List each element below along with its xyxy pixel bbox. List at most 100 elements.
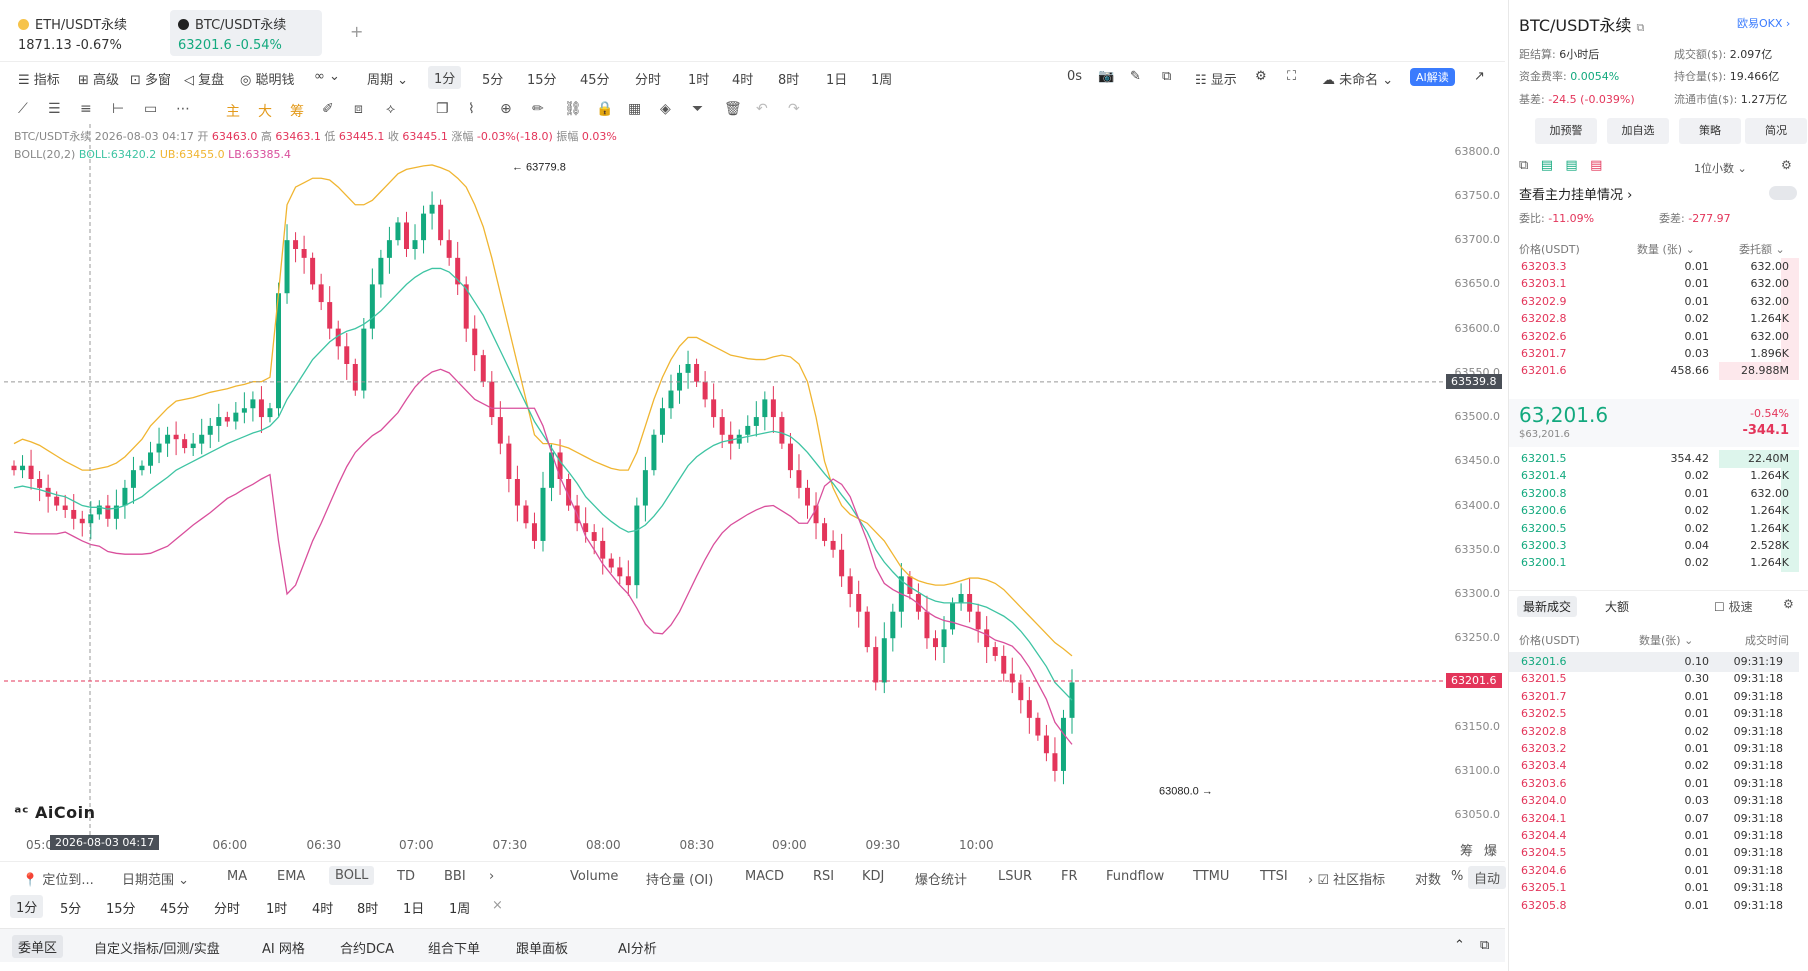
tf-1h[interactable]: 1时 bbox=[688, 69, 709, 88]
community-indicators-button[interactable]: › ☑ 社区指标 bbox=[1308, 869, 1385, 888]
close-tab-icon[interactable] bbox=[178, 19, 189, 30]
ind-fr[interactable]: FR bbox=[1061, 869, 1078, 884]
tab-latest-trades[interactable]: 最新成交 bbox=[1517, 596, 1578, 617]
time-axis[interactable]: 05:0005:3006:0006:3007:0007:3008:0008:30… bbox=[4, 834, 1444, 854]
undo-icon[interactable]: ↶ bbox=[756, 101, 768, 117]
btab-ai[interactable]: AI分析 bbox=[618, 938, 657, 957]
multi-window-button[interactable]: ⊡ 多窗 bbox=[130, 69, 171, 88]
chip-icon[interactable]: 筹 bbox=[290, 101, 304, 121]
ai-interpret-button[interactable]: AI解读 bbox=[1410, 68, 1455, 86]
ind-kdj[interactable]: KDJ bbox=[862, 869, 884, 884]
btab-combo[interactable]: 组合下单 bbox=[428, 938, 480, 957]
add-alert-button[interactable]: 加预警 bbox=[1535, 118, 1597, 144]
edit-tool-icon[interactable]: ✐ bbox=[322, 101, 334, 117]
btab-orders[interactable]: 委单区 bbox=[12, 935, 64, 958]
candlestick-chart[interactable]: ← 63779.863080.0 → bbox=[4, 124, 1444, 849]
add-watchlist-button[interactable]: 加自选 bbox=[1607, 118, 1669, 144]
more-chevron-icon[interactable]: ∞ ⌄ bbox=[314, 69, 340, 84]
auto-scale-button[interactable]: 自动 bbox=[1468, 866, 1507, 889]
ind-rsi[interactable]: RSI bbox=[813, 869, 834, 884]
percent-scale-button[interactable]: % bbox=[1451, 869, 1463, 884]
trades-settings-icon[interactable]: ⚙ bbox=[1783, 597, 1794, 611]
btf-1h[interactable]: 1时 bbox=[266, 898, 287, 917]
tf-15m[interactable]: 15分 bbox=[527, 69, 557, 88]
btf-45m[interactable]: 45分 bbox=[160, 898, 190, 917]
tr-header-qty[interactable]: 数量(张) ⌄ bbox=[1639, 632, 1693, 648]
btf-1m[interactable]: 1分 bbox=[10, 895, 44, 918]
ind-liquidation[interactable]: 爆仓统计 bbox=[915, 869, 967, 888]
tab-btc[interactable]: BTC/USDT永续 63201.6 -0.54% bbox=[170, 10, 322, 56]
btab-grid[interactable]: AI 网格 bbox=[262, 938, 305, 957]
ind-boll[interactable]: BOLL bbox=[329, 866, 375, 885]
ind-ttmu[interactable]: TTMU bbox=[1193, 869, 1229, 884]
parallel-tool-icon[interactable]: ☰ bbox=[48, 101, 61, 117]
date-range-dropdown[interactable]: 日期范围 ⌄ bbox=[122, 869, 189, 888]
dots-tool-icon[interactable]: ⋯ bbox=[176, 101, 190, 117]
big-order-icon[interactable]: 大 bbox=[258, 101, 272, 121]
btf-5m[interactable]: 5分 bbox=[60, 898, 81, 917]
fullscreen-icon[interactable]: ⛶ bbox=[1287, 69, 1296, 84]
main-orders-link[interactable]: 查看主力挂单情况 › bbox=[1519, 184, 1632, 203]
ruler-icon[interactable]: ⌇ bbox=[468, 101, 475, 117]
camera-icon[interactable]: 📷 bbox=[1098, 69, 1114, 84]
hide-icon[interactable]: ◈ bbox=[660, 101, 671, 117]
btf-8h[interactable]: 8时 bbox=[357, 898, 378, 917]
main-force-icon[interactable]: 主 bbox=[226, 101, 240, 121]
measure-icon[interactable]: ⟡ bbox=[386, 101, 395, 117]
delete-icon[interactable]: 🗑 bbox=[724, 101, 742, 117]
indicators-button[interactable]: ☰ 指标 bbox=[18, 69, 60, 88]
overview-button[interactable]: 简况 bbox=[1745, 118, 1807, 144]
line-tool-icon[interactable]: ⟋ bbox=[18, 101, 28, 117]
collapse-chevron-icon[interactable]: ⌃ bbox=[1454, 938, 1465, 953]
smart-money-button[interactable]: ◎ 聪明钱 bbox=[240, 69, 295, 88]
bid-row[interactable]: 63200.1 0.02 1.264K bbox=[1509, 553, 1799, 573]
ind-volume[interactable]: Volume bbox=[570, 869, 618, 884]
rect-tool-icon[interactable]: ▭ bbox=[144, 101, 157, 117]
ob-header-amount[interactable]: 委托额 ⌄ bbox=[1739, 241, 1785, 257]
ind-fundflow[interactable]: Fundflow bbox=[1106, 869, 1164, 884]
period-dropdown[interactable]: 周期 ⌄ bbox=[367, 69, 408, 88]
advanced-button[interactable]: ⊞ 高级 bbox=[78, 69, 119, 88]
tab-large-trades[interactable]: 大额 bbox=[1605, 598, 1629, 615]
lock-icon[interactable]: 🔒 bbox=[596, 101, 613, 117]
btf-1d[interactable]: 1日 bbox=[403, 898, 424, 917]
decimal-dropdown[interactable]: 1位小数 ⌄ bbox=[1694, 160, 1747, 176]
tf-5m[interactable]: 5分 bbox=[482, 69, 503, 88]
ind-lsur[interactable]: LSUR bbox=[998, 869, 1032, 884]
exchange-link[interactable]: 欧易OKX › bbox=[1737, 15, 1790, 31]
tf-timeshare[interactable]: 分时 bbox=[635, 69, 661, 88]
tf-4h[interactable]: 4时 bbox=[732, 69, 753, 88]
ind-bbi[interactable]: BBI bbox=[444, 869, 466, 884]
replay-button[interactable]: ◁ 复盘 bbox=[184, 69, 224, 88]
tf-1w[interactable]: 1周 bbox=[871, 69, 892, 88]
settings-icon[interactable]: ⚙ bbox=[1255, 69, 1267, 84]
price-axis[interactable]: 63800.0 63750.0 63700.0 63650.0 63600.0 63550… bbox=[1444, 124, 1506, 849]
btf-timeshare[interactable]: 分时 bbox=[214, 898, 240, 917]
ind-macd[interactable]: MACD bbox=[745, 869, 784, 884]
burst-toggle[interactable]: 爆 bbox=[1484, 840, 1497, 859]
ind-ma[interactable]: MA bbox=[227, 869, 247, 884]
book-settings-icon[interactable]: ⚙ bbox=[1781, 158, 1792, 172]
chip-toggle[interactable]: 筹 bbox=[1460, 840, 1473, 859]
ind-more-chevron-icon[interactable]: › bbox=[489, 869, 494, 884]
ask-row[interactable]: 63201.6 458.66 28.988M bbox=[1509, 361, 1799, 381]
btab-dca[interactable]: 合约DCA bbox=[340, 938, 394, 957]
brush-icon[interactable]: ✏ bbox=[532, 101, 544, 117]
tf-1d[interactable]: 1日 bbox=[826, 69, 847, 88]
display-button[interactable]: ☷ 显示 bbox=[1195, 69, 1237, 88]
tf-8h[interactable]: 8时 bbox=[778, 69, 799, 88]
book-layout-icons[interactable]: ⧉ ▤ ▤ ▤ bbox=[1519, 158, 1602, 173]
magnet-icon[interactable]: ⧈ bbox=[354, 101, 363, 117]
btf-1w[interactable]: 1周 bbox=[449, 898, 470, 917]
popout-icon[interactable]: ⧉ bbox=[1480, 938, 1489, 953]
locate-button[interactable]: 📍 定位到... bbox=[22, 869, 94, 888]
hline-tool-icon[interactable]: ⊢ bbox=[112, 101, 124, 117]
log-scale-button[interactable]: 对数 bbox=[1415, 869, 1441, 888]
btab-custom[interactable]: 自定义指标/回测/实盘 bbox=[94, 938, 220, 957]
channel-tool-icon[interactable]: ≡ bbox=[80, 101, 92, 117]
strategy-button[interactable]: 策略 bbox=[1679, 118, 1741, 144]
add-tab-icon[interactable]: + bbox=[350, 22, 363, 41]
btab-copy[interactable]: 跟单面板 bbox=[516, 938, 568, 957]
share-icon[interactable]: ⧉ bbox=[1162, 69, 1171, 84]
close-tf-icon[interactable]: × bbox=[492, 898, 503, 913]
